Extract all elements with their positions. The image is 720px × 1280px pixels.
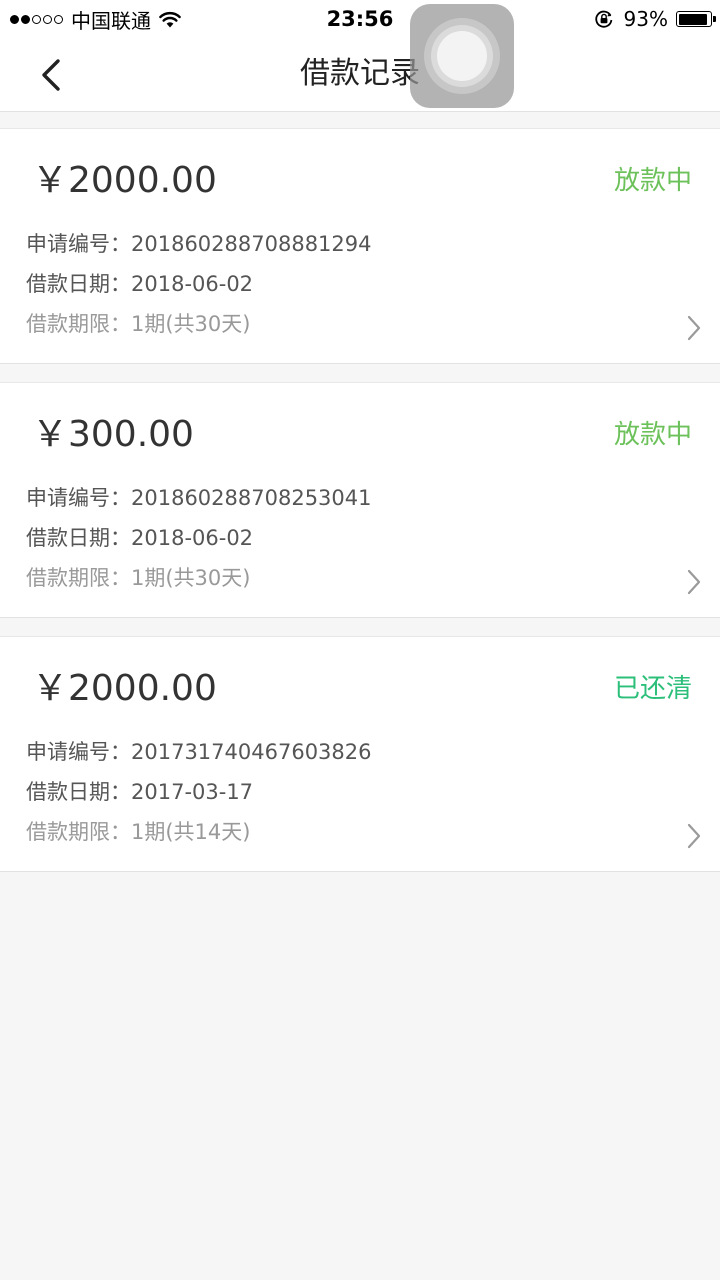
chevron-right-icon — [684, 567, 704, 597]
chevron-left-icon — [42, 59, 60, 91]
loan-amount: ￥2000.00 — [32, 160, 217, 201]
chevron-right-icon — [684, 313, 704, 343]
application-number-row: 申请编号：201731740467603826 — [26, 737, 372, 767]
loan-date-value: 2018-06-02 — [131, 526, 254, 550]
loan-date-label: 借款日期： — [26, 272, 131, 296]
assistive-touch-button[interactable] — [410, 4, 514, 108]
application-number-value: 201860288708881294 — [131, 232, 372, 256]
loan-status-badge: 放款中 — [613, 420, 692, 450]
back-button[interactable] — [26, 50, 76, 100]
loan-record-card[interactable]: ￥2000.00 已还清 申请编号：201731740467603826 借款日期：2… — [0, 636, 720, 872]
status-bar-right: 93% — [594, 4, 716, 34]
application-number-value: 201731740467603826 — [131, 740, 372, 764]
loan-date-label: 借款日期： — [26, 780, 131, 804]
application-number-label: 申请编号： — [26, 486, 131, 510]
loan-status-badge: 已还清 — [613, 674, 692, 704]
loan-record-card[interactable]: ￥300.00 放款中 申请编号：201860288708253041 借款日期：20… — [0, 382, 720, 618]
application-number-row: 申请编号：201860288708881294 — [26, 229, 372, 259]
loan-term-value: 1期(共30天) — [131, 312, 251, 336]
loan-amount: ￥2000.00 — [32, 668, 217, 709]
application-number-label: 申请编号： — [26, 232, 131, 256]
loan-date-value: 2018-06-02 — [131, 272, 254, 296]
assistive-touch-core — [437, 31, 487, 81]
assistive-touch-ring-outer — [424, 18, 500, 94]
rotation-lock-icon — [594, 9, 614, 29]
battery-percent: 93% — [623, 7, 668, 31]
loan-date-row: 借款日期：2018-06-02 — [26, 269, 253, 299]
loan-term-label: 借款期限： — [26, 566, 131, 590]
assistive-touch-ring-inner — [431, 25, 493, 87]
loan-date-label: 借款日期： — [26, 526, 131, 550]
battery-level-fill — [678, 13, 708, 25]
status-bar: 中国联通 23:56 93% — [0, 0, 720, 38]
loan-term-row: 借款期限：1期(共14天) — [26, 817, 250, 847]
application-number-row: 申请编号：201860288708253041 — [26, 483, 372, 513]
battery-icon — [676, 11, 716, 27]
chevron-right-icon — [684, 821, 704, 851]
loan-term-row: 借款期限：1期(共30天) — [26, 563, 250, 593]
page-title: 借款记录 — [300, 56, 420, 91]
loan-term-value: 1期(共30天) — [131, 566, 251, 590]
nav-bar: 借款记录 — [0, 38, 720, 112]
application-number-label: 申请编号： — [26, 740, 131, 764]
loan-date-value: 2017-03-17 — [131, 780, 254, 804]
loan-term-label: 借款期限： — [26, 820, 131, 844]
loan-date-row: 借款日期：2018-06-02 — [26, 523, 253, 553]
loan-record-card[interactable]: ￥2000.00 放款中 申请编号：201860288708881294 借款日期：2… — [0, 128, 720, 364]
application-number-value: 201860288708253041 — [131, 486, 372, 510]
loan-amount: ￥300.00 — [32, 414, 194, 455]
loan-term-label: 借款期限： — [26, 312, 131, 336]
loan-status-badge: 放款中 — [613, 166, 692, 196]
loan-record-list: ￥2000.00 放款中 申请编号：201860288708881294 借款日期：2… — [0, 128, 720, 890]
loan-term-row: 借款期限：1期(共30天) — [26, 309, 250, 339]
loan-term-value: 1期(共14天) — [131, 820, 251, 844]
battery-tip — [713, 16, 716, 22]
loan-date-row: 借款日期：2017-03-17 — [26, 777, 253, 807]
